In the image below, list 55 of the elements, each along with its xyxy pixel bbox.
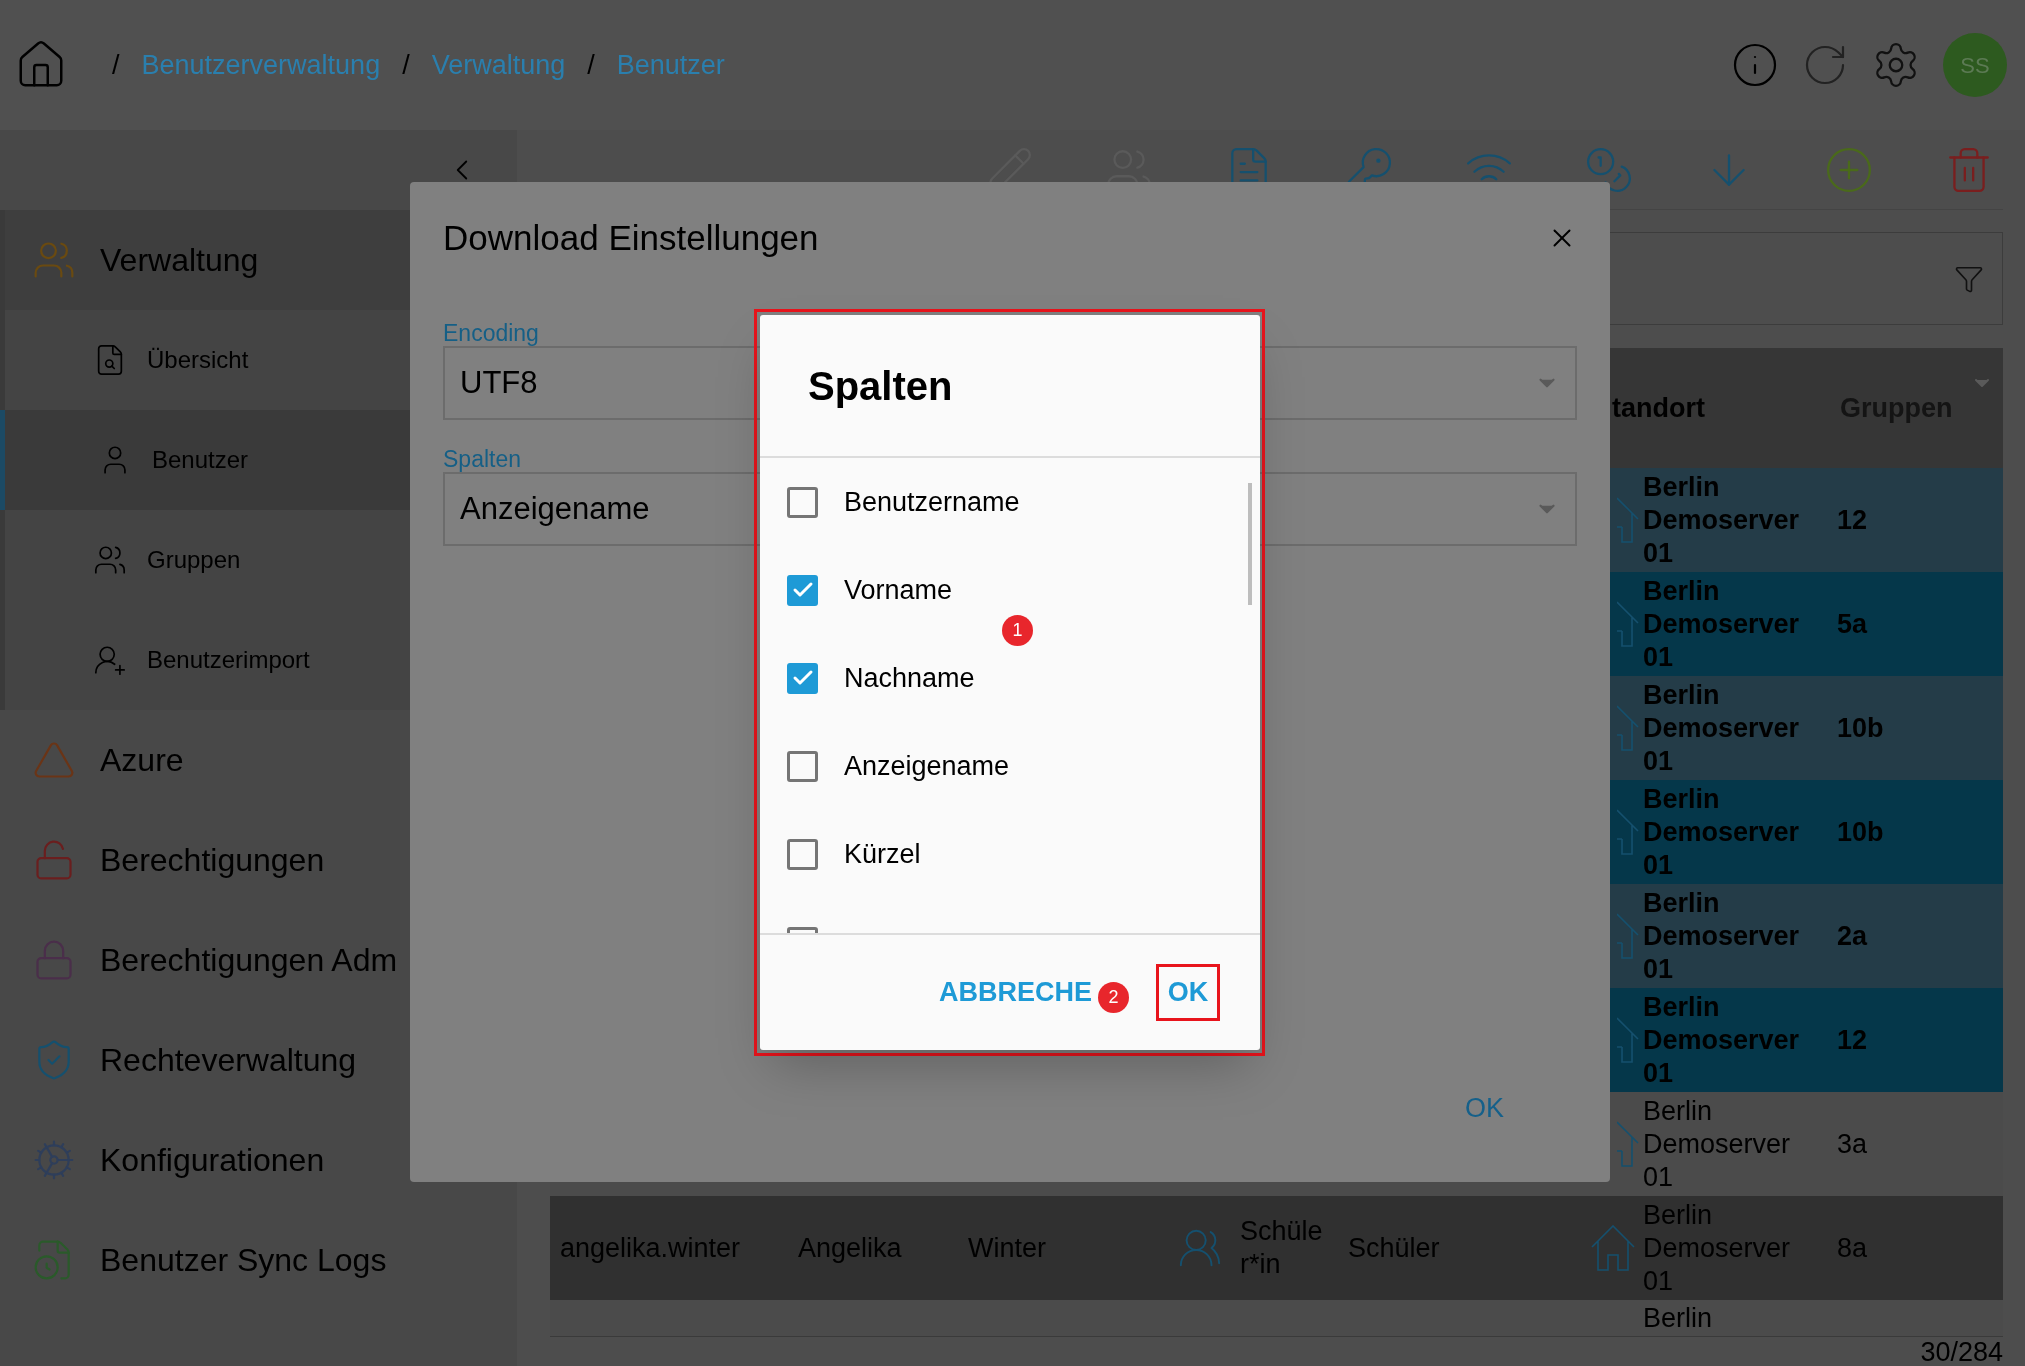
checkbox-label: Vorname [844, 573, 953, 607]
breadcrumb-link[interactable]: Verwaltung [431, 44, 566, 86]
checkbox[interactable] [787, 662, 818, 694]
table-cell: Berlin Demoserver 01 [1643, 1094, 1791, 1194]
ok-button[interactable]: OK [1455, 1084, 1514, 1133]
house-icon [1617, 809, 1639, 855]
nav-item[interactable]: Rechteverwaltung [0, 1010, 517, 1110]
table-cell: Berlin Demoserver 01 [1643, 990, 1800, 1090]
nav-subitem-icon [93, 643, 127, 677]
house-icon [1617, 913, 1639, 959]
table-cell: 5a [1837, 608, 1868, 639]
table-cell: Berlin [1643, 1302, 1713, 1335]
dialog-title: Spalten [808, 362, 953, 410]
house-icon [1617, 601, 1639, 647]
breadcrumb-separator: / [587, 48, 595, 82]
checkbox[interactable] [787, 750, 818, 782]
table-cell: 10b [1837, 816, 1884, 847]
checkbox-label: Nachname [844, 661, 975, 695]
house-icon [1617, 1121, 1639, 1167]
checkbox[interactable] [787, 574, 818, 606]
breadcrumb-link[interactable]: Benutzer [616, 44, 725, 86]
nav-subitem-icon [93, 543, 127, 577]
house-icon [1617, 1017, 1639, 1063]
table-cell: Berlin Demoserver 01 [1643, 782, 1800, 882]
nav-item[interactable]: Benutzer Sync Logs [0, 1210, 517, 1310]
house-icon [1617, 705, 1639, 751]
checkbox[interactable] [787, 838, 818, 870]
checkbox[interactable] [787, 486, 818, 518]
table-cell: Berlin Demoserver 01 [1643, 470, 1800, 570]
table-cell: Berlin Demoserver 01 [1643, 886, 1800, 986]
table-cell: 2a [1837, 920, 1868, 951]
record-count: 30/284 [1920, 1337, 2003, 1366]
table-cell: Berlin Demoserver 01 [1643, 678, 1800, 778]
table-cell: 10b [1837, 712, 1884, 743]
nav-item[interactable]: Berechtigungen Adm [0, 910, 517, 1010]
table-cell: 3a [1837, 1128, 1868, 1159]
scrollbar[interactable] [1248, 483, 1252, 605]
table-cell: Berlin Demoserver 01 [1643, 574, 1800, 674]
house-icon [1617, 497, 1639, 543]
nav-item[interactable]: Berechtigungen [0, 810, 517, 910]
breadcrumb-link[interactable]: Benutzerverwaltung [141, 44, 381, 86]
checkbox-label: Anzeigename [844, 749, 1010, 783]
house-icon [1591, 1225, 1635, 1271]
table-cell: 12 [1837, 504, 1868, 535]
breadcrumb-separator: / [112, 48, 120, 82]
nav-item[interactable]: Konfigurationen [0, 1110, 517, 1210]
ok-button[interactable]: OK [1156, 964, 1220, 1021]
nav-item[interactable]: Azure [0, 710, 517, 810]
cancel-button[interactable]: ABBRECHE [939, 972, 1092, 1013]
checkbox-label: Kürzel [844, 837, 921, 871]
breadcrumb-separator: / [402, 48, 410, 82]
checkbox-label: Benutzername [844, 485, 1020, 519]
table-cell: 12 [1837, 1024, 1868, 1055]
info-icon[interactable] [1731, 41, 1779, 89]
nav-icon [32, 1138, 76, 1182]
